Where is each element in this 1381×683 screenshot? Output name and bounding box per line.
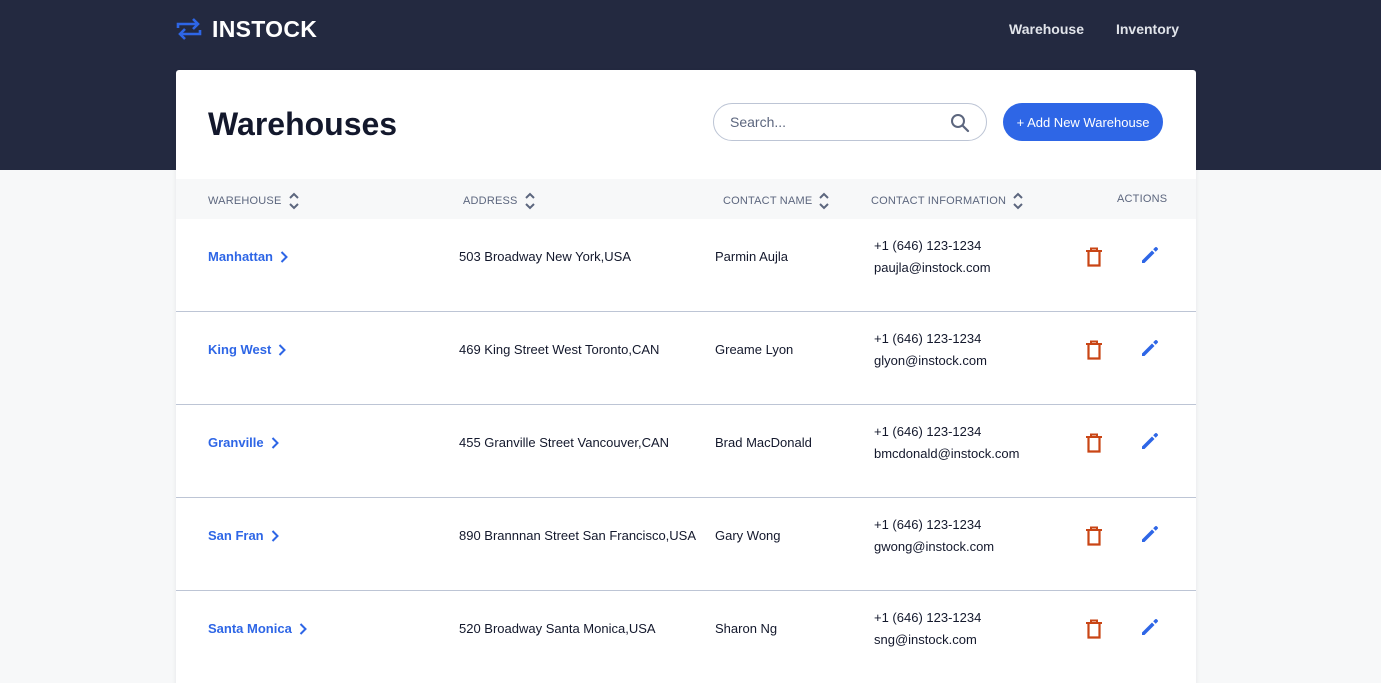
edit-button[interactable] <box>1140 431 1160 456</box>
warehouse-address: 890 Brannnan Street San Francisco,USA <box>459 528 697 543</box>
warehouse-name: San Fran <box>208 528 264 543</box>
warehouse-name: King West <box>208 342 272 357</box>
column-label: CONTACT NAME <box>723 195 813 207</box>
nav-warehouse[interactable]: Warehouse <box>1009 20 1084 38</box>
delete-icon <box>1086 247 1102 267</box>
delete-button[interactable] <box>1085 619 1103 644</box>
contact-name: Brad MacDonald <box>715 435 812 450</box>
chevron-right-icon <box>299 623 307 635</box>
edit-icon <box>1142 432 1159 449</box>
chevron-right-icon <box>271 437 279 449</box>
column-label: CONTACT INFORMATION <box>871 195 1007 207</box>
warehouse-link[interactable]: Manhattan <box>208 248 289 266</box>
nav-inventory[interactable]: Inventory <box>1116 20 1179 38</box>
table-row: San Fran 890 Brannnan Street San Francisc… <box>176 498 1196 591</box>
search-box <box>713 103 987 141</box>
contact-name: Greame Lyon <box>715 342 794 357</box>
warehouse-link[interactable]: Granville <box>208 434 280 452</box>
delete-button[interactable] <box>1085 433 1103 458</box>
contact-name: Parmin Aujla <box>715 249 788 264</box>
warehouse-address: 469 King Street West Toronto,CAN <box>459 342 660 357</box>
warehouse-name: Manhattan <box>208 249 273 264</box>
column-contact-information[interactable]: CONTACT INFORMATION <box>871 191 1024 211</box>
delete-icon <box>1086 340 1102 360</box>
warehouse-link[interactable]: King West <box>208 341 287 359</box>
warehouse-address: 455 Granville Street Vancouver,CAN <box>459 435 670 450</box>
contact-phone: +1 (646) 123-1234 <box>874 424 982 439</box>
warehouse-name: Santa Monica <box>208 621 292 636</box>
edit-icon <box>1142 246 1159 263</box>
brand-name: INSTOCK <box>212 15 318 42</box>
chevron-right-icon <box>271 530 279 542</box>
warehouse-address: 503 Broadway New York,USA <box>459 249 631 264</box>
warehouse-link[interactable]: San Fran <box>208 527 280 545</box>
column-warehouse[interactable]: WAREHOUSE <box>208 191 300 211</box>
table-row: Manhattan 503 Broadway New York,USA Parmin… <box>176 219 1196 312</box>
edit-button[interactable] <box>1140 617 1160 642</box>
chevron-right-icon <box>280 251 288 263</box>
column-label: WAREHOUSE <box>208 195 282 207</box>
table-row: Granville 455 Granville Street Vancouver,… <box>176 405 1196 498</box>
delete-button[interactable] <box>1085 247 1103 272</box>
edit-button[interactable] <box>1140 338 1160 363</box>
column-label: ACTIONS <box>1117 193 1168 205</box>
contact-phone: +1 (646) 123-1234 <box>874 331 982 346</box>
contact-email: bmcdonald@instock.com <box>874 446 1020 461</box>
edit-icon <box>1142 525 1159 542</box>
edit-button[interactable] <box>1140 245 1160 270</box>
contact-phone: +1 (646) 123-1234 <box>874 238 982 253</box>
warehouse-name: Granville <box>208 435 264 450</box>
brand-logo[interactable]: INSTOCK <box>176 15 317 43</box>
add-warehouse-button[interactable]: + Add New Warehouse <box>1003 103 1163 141</box>
table-row: King West 469 King Street West Toronto,CA… <box>176 312 1196 405</box>
contact-phone: +1 (646) 123-1234 <box>874 517 982 532</box>
column-actions: ACTIONS <box>1117 191 1167 207</box>
chevron-right-icon <box>279 344 287 356</box>
contact-name: Gary Wong <box>715 528 781 543</box>
warehouses-card: Warehouses + Add New Warehouse WAREHOUSE… <box>176 70 1196 683</box>
contact-email: glyon@instock.com <box>874 353 987 368</box>
contact-email: sng@instock.com <box>874 632 977 647</box>
column-contact-name[interactable]: CONTACT NAME <box>723 191 830 211</box>
delete-icon <box>1086 433 1102 453</box>
delete-icon <box>1086 619 1102 639</box>
warehouse-link[interactable]: Santa Monica <box>208 620 308 638</box>
contact-email: paujla@instock.com <box>874 260 991 275</box>
sort-icon[interactable] <box>818 191 830 211</box>
delete-icon <box>1086 526 1102 546</box>
contact-email: gwong@instock.com <box>874 539 995 554</box>
delete-button[interactable] <box>1085 340 1103 365</box>
search-icon[interactable] <box>950 113 970 133</box>
edit-icon <box>1142 339 1159 356</box>
sort-icon[interactable] <box>524 191 536 211</box>
swap-arrows-icon <box>176 18 202 40</box>
contact-name: Sharon Ng <box>715 621 778 636</box>
page-title: Warehouses <box>208 106 398 142</box>
contact-phone: +1 (646) 123-1234 <box>874 610 982 625</box>
edit-icon <box>1142 618 1159 635</box>
sort-icon[interactable] <box>288 191 300 211</box>
table-row: Santa Monica 520 Broadway Santa Monica,US… <box>176 591 1196 683</box>
main-nav: Warehouse Inventory <box>1009 20 1179 38</box>
search-input[interactable] <box>730 104 940 140</box>
edit-button[interactable] <box>1140 524 1160 549</box>
column-label: ADDRESS <box>463 195 518 207</box>
sort-icon[interactable] <box>1012 191 1024 211</box>
table-header: WAREHOUSE ADDRESS CONTACT NAME CONTACT I… <box>176 179 1196 219</box>
warehouse-address: 520 Broadway Santa Monica,USA <box>459 621 656 636</box>
column-address[interactable]: ADDRESS <box>463 191 536 211</box>
delete-button[interactable] <box>1085 526 1103 551</box>
